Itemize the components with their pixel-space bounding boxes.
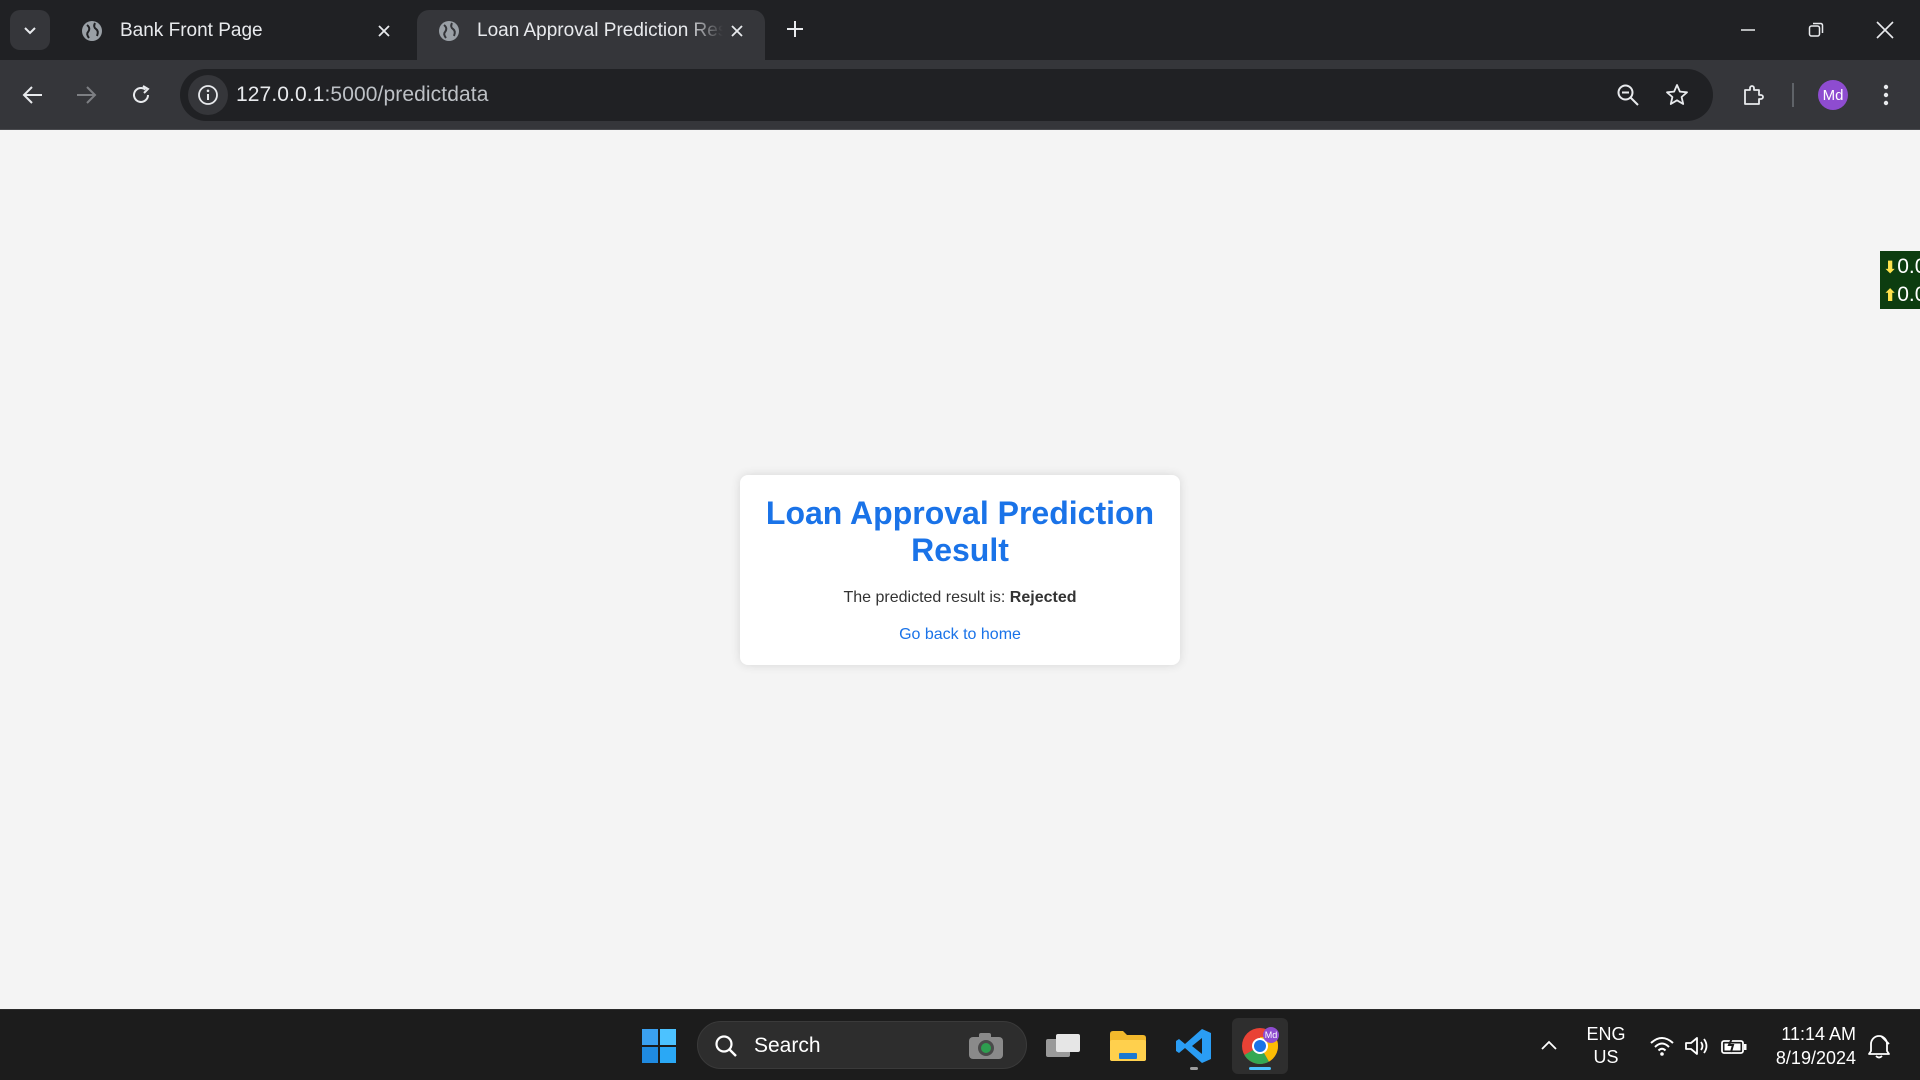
- address-bar[interactable]: 127.0.0.1:5000/predictdata: [180, 69, 1713, 121]
- windows-start-icon: [642, 1029, 676, 1063]
- chrome-badge: Md: [1265, 1030, 1278, 1040]
- active-indicator: [1249, 1067, 1271, 1070]
- chrome-icon: Md: [1242, 1027, 1279, 1065]
- clock[interactable]: 11:14 AM 8/19/2024: [1760, 1022, 1856, 1070]
- tab-bank-front-page[interactable]: Bank Front Page: [60, 10, 412, 60]
- browser-toolbar: 127.0.0.1:5000/predictdata Md: [0, 60, 1920, 130]
- chevron-up-icon: [1541, 1040, 1557, 1050]
- bookmark-button[interactable]: [1661, 79, 1693, 111]
- result-value: Rejected: [1009, 589, 1077, 606]
- running-indicator: [1190, 1067, 1198, 1070]
- globe-icon: [439, 21, 459, 41]
- tab-search-icon: [24, 27, 36, 35]
- upload-value: 0.0: [1897, 283, 1920, 306]
- tab-title: Loan Approval Prediction Result: [477, 20, 723, 41]
- close-tab-button[interactable]: [723, 17, 751, 45]
- file-explorer-icon: [1110, 1031, 1146, 1061]
- download-speed: ⬇0.0: [1883, 253, 1920, 281]
- search-label: Search: [754, 1034, 821, 1057]
- profile-avatar[interactable]: Md: [1818, 80, 1848, 110]
- browser-titlebar: Bank Front Page Loan Approval Prediction…: [0, 0, 1920, 60]
- back-arrow-icon: [22, 86, 42, 104]
- wifi-icon: [1650, 1037, 1674, 1056]
- volume-button[interactable]: [1683, 1032, 1711, 1060]
- globe-icon: [82, 21, 102, 41]
- zoom-icon: [1617, 84, 1639, 106]
- close-icon: [731, 25, 743, 37]
- result-text: The predicted result is: Rejected: [740, 589, 1180, 607]
- close-icon: [378, 25, 390, 37]
- task-view-button[interactable]: [1035, 1018, 1091, 1074]
- close-window-button[interactable]: [1862, 8, 1908, 52]
- chrome-button[interactable]: Md: [1232, 1018, 1288, 1074]
- vscode-icon: [1176, 1029, 1211, 1063]
- clock-date: 8/19/2024: [1775, 1048, 1856, 1068]
- close-tab-button[interactable]: [370, 17, 398, 45]
- notification-icon: [1868, 1035, 1890, 1059]
- tab-search-button[interactable]: [10, 10, 50, 50]
- site-info-icon: [198, 85, 218, 105]
- zoom-button[interactable]: [1612, 79, 1644, 111]
- result-prefix: The predicted result is:: [843, 589, 1006, 606]
- vscode-button[interactable]: [1166, 1018, 1222, 1074]
- task-view-icon: [1046, 1034, 1080, 1057]
- wifi-button[interactable]: [1648, 1032, 1676, 1060]
- plus-icon: [787, 21, 803, 37]
- url-text[interactable]: 127.0.0.1:5000/predictdata: [236, 83, 488, 107]
- go-home-link[interactable]: Go back to home: [899, 626, 1021, 644]
- battery-button[interactable]: [1720, 1032, 1748, 1060]
- minimize-icon: [1741, 29, 1755, 31]
- start-button[interactable]: [631, 1018, 687, 1074]
- minimize-button[interactable]: [1725, 8, 1771, 52]
- reload-icon: [133, 85, 150, 103]
- extensions-button[interactable]: [1734, 76, 1772, 114]
- volume-icon: [1685, 1037, 1708, 1055]
- extensions-icon: [1744, 85, 1764, 105]
- tab-title: Bank Front Page: [120, 20, 263, 41]
- more-menu-button[interactable]: [1867, 76, 1905, 114]
- forward-arrow-icon: [77, 86, 97, 104]
- camera-icon: [969, 1033, 1003, 1059]
- upload-speed: ⬆0.0: [1883, 281, 1920, 309]
- restore-button[interactable]: [1793, 8, 1839, 52]
- battery-icon: [1721, 1035, 1747, 1054]
- more-icon: [1883, 84, 1889, 106]
- page-title: Loan Approval Prediction Result: [765, 495, 1155, 568]
- windows-taskbar: Search Md ENG US 11:14 AM 8/19/2024: [0, 1009, 1920, 1080]
- back-button[interactable]: [14, 76, 52, 114]
- close-icon: [1876, 21, 1894, 39]
- search-icon: [715, 1035, 737, 1057]
- network-speed-widget: ⬇0.0 ⬆0.0: [1880, 251, 1920, 309]
- reload-button[interactable]: [122, 76, 160, 114]
- clock-time: 11:14 AM: [1781, 1024, 1856, 1044]
- taskbar-search[interactable]: Search: [697, 1021, 1027, 1069]
- result-card: Loan Approval Prediction Result The pred…: [740, 475, 1180, 665]
- forward-button[interactable]: [67, 76, 105, 114]
- url-path: :5000/predictdata: [324, 83, 489, 106]
- language-indicator[interactable]: ENG US: [1580, 1023, 1632, 1069]
- toolbar-divider: [1792, 83, 1794, 107]
- star-icon: [1666, 84, 1688, 105]
- show-hidden-icons-button[interactable]: [1535, 1032, 1563, 1060]
- new-tab-button[interactable]: [780, 14, 810, 44]
- restore-icon: [1808, 22, 1824, 37]
- language-line1: ENG: [1586, 1024, 1626, 1044]
- notifications-button[interactable]: [1865, 1032, 1893, 1060]
- file-explorer-button[interactable]: [1100, 1018, 1156, 1074]
- site-info-button[interactable]: [188, 75, 228, 115]
- language-line2: US: [1593, 1047, 1619, 1067]
- page-viewport: ⬇0.0 ⬆0.0 Loan Approval Prediction Resul…: [0, 131, 1920, 1009]
- url-host: 127.0.0.1: [236, 83, 325, 106]
- download-value: 0.0: [1897, 255, 1920, 278]
- tab-loan-approval-result[interactable]: Loan Approval Prediction Result: [417, 10, 765, 60]
